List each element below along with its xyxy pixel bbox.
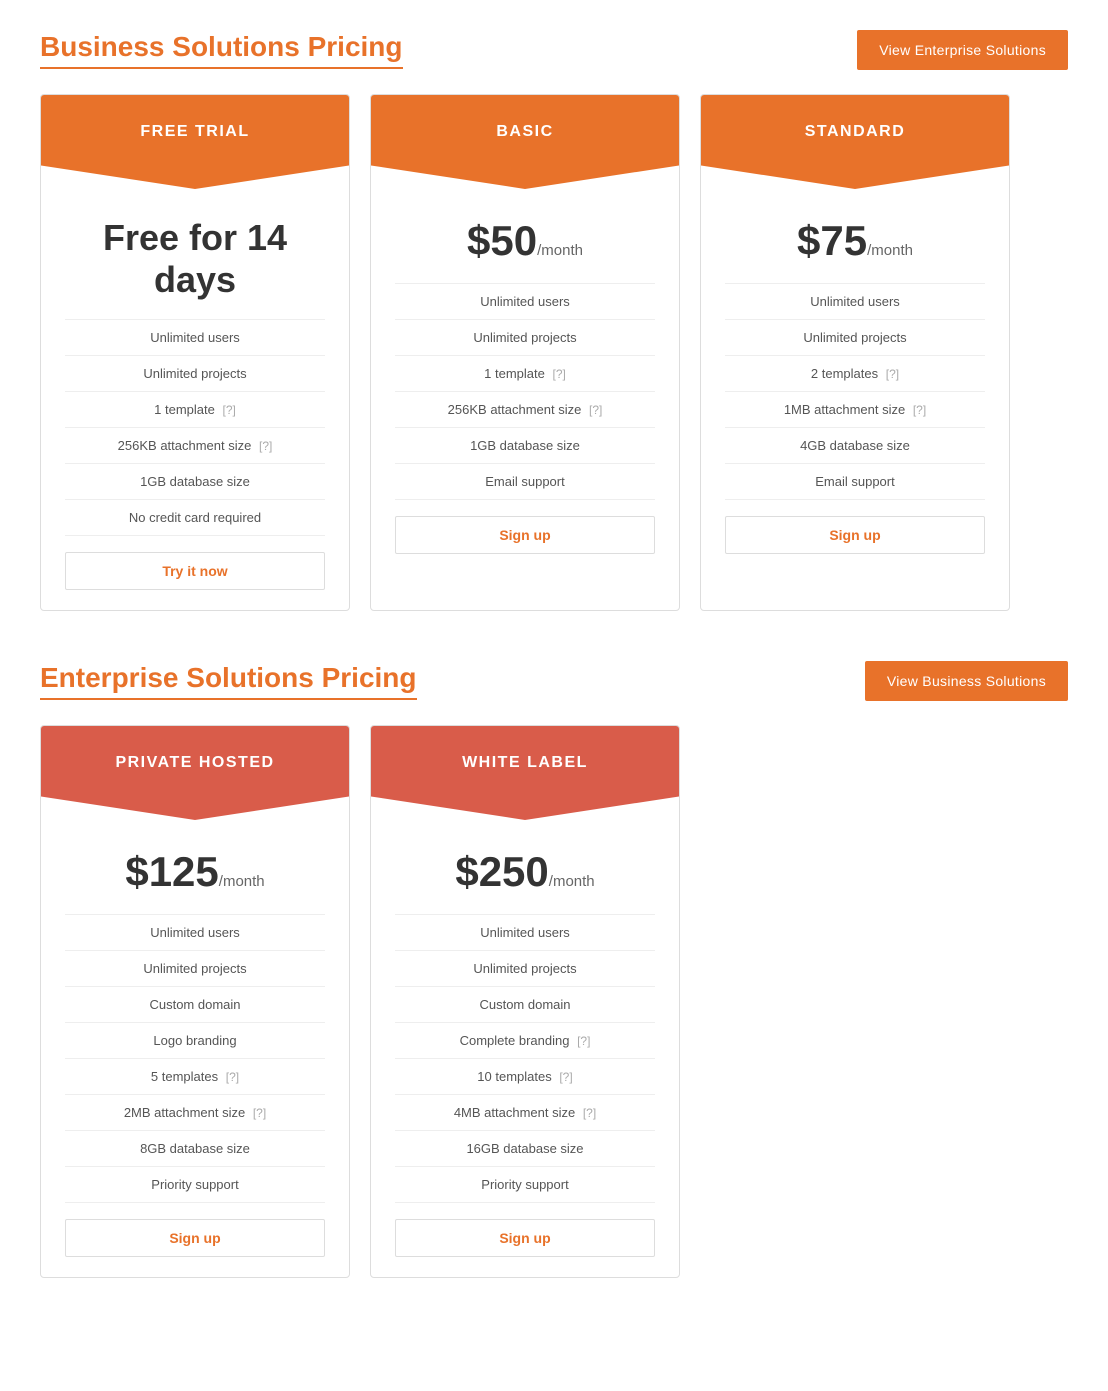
plan-body-white-label: $250/month Unlimited usersUnlimited proj… <box>371 820 679 1203</box>
feature-item: 1GB database size <box>395 428 655 464</box>
plan-card-standard: STANDARD $75/month Unlimited usersUnlimi… <box>700 94 1010 611</box>
plan-cta-private-hosted[interactable]: Sign up <box>41 1203 349 1277</box>
feature-item: Complete branding [?] <box>395 1023 655 1059</box>
cta-link-basic[interactable]: Sign up <box>395 516 655 554</box>
feature-item: 1MB attachment size [?] <box>725 392 985 428</box>
plan-header-basic: BASIC <box>371 95 679 189</box>
feature-item: 2 templates [?] <box>725 356 985 392</box>
feature-item: No credit card required <box>65 500 325 536</box>
feature-item: 4GB database size <box>725 428 985 464</box>
plan-header-standard: STANDARD <box>701 95 1009 189</box>
feature-item: Unlimited users <box>395 915 655 951</box>
feature-item: Custom domain <box>65 987 325 1023</box>
feature-item: 4MB attachment size [?] <box>395 1095 655 1131</box>
plan-body-standard: $75/month Unlimited usersUnlimited proje… <box>701 189 1009 500</box>
feature-item: Email support <box>725 464 985 500</box>
cta-link-standard[interactable]: Sign up <box>725 516 985 554</box>
plan-card-basic: BASIC $50/month Unlimited usersUnlimited… <box>370 94 680 611</box>
feature-item: Unlimited projects <box>395 951 655 987</box>
plan-header-private-hosted: PRIVATE HOSTED <box>41 726 349 820</box>
enterprise-section-title: Enterprise Solutions Pricing <box>40 662 417 700</box>
plan-title-free-trial: FREE TRIAL <box>140 123 249 140</box>
feature-item: Priority support <box>65 1167 325 1203</box>
feature-item: 16GB database size <box>395 1131 655 1167</box>
cta-link-white-label[interactable]: Sign up <box>395 1219 655 1257</box>
cta-link-private-hosted[interactable]: Sign up <box>65 1219 325 1257</box>
feature-item: Unlimited projects <box>65 951 325 987</box>
plan-features-standard: Unlimited usersUnlimited projects2 templ… <box>725 283 985 500</box>
plan-card-private-hosted: PRIVATE HOSTED $125/month Unlimited user… <box>40 725 350 1278</box>
plan-body-private-hosted: $125/month Unlimited usersUnlimited proj… <box>41 820 349 1203</box>
plan-title-basic: BASIC <box>496 123 553 140</box>
plan-header-white-label: WHITE LABEL <box>371 726 679 820</box>
plan-features-white-label: Unlimited usersUnlimited projectsCustom … <box>395 914 655 1203</box>
business-section-title: Business Solutions Pricing <box>40 31 403 69</box>
plan-title-standard: STANDARD <box>805 123 906 140</box>
plan-body-free-trial: Free for 14 days Unlimited usersUnlimite… <box>41 189 349 536</box>
feature-item: Unlimited users <box>65 320 325 356</box>
plan-header-free-trial: FREE TRIAL <box>41 95 349 189</box>
plan-features-free-trial: Unlimited usersUnlimited projects1 templ… <box>65 319 325 536</box>
plan-cta-free-trial[interactable]: Try it now <box>41 536 349 610</box>
plan-cta-standard[interactable]: Sign up <box>701 500 1009 574</box>
feature-item: 8GB database size <box>65 1131 325 1167</box>
enterprise-plans-grid: PRIVATE HOSTED $125/month Unlimited user… <box>40 725 1068 1278</box>
feature-item: 1GB database size <box>65 464 325 500</box>
feature-item: 1 template [?] <box>395 356 655 392</box>
feature-item: Logo branding <box>65 1023 325 1059</box>
enterprise-section-header: Enterprise Solutions Pricing View Busine… <box>40 661 1068 701</box>
view-enterprise-btn[interactable]: View Enterprise Solutions <box>857 30 1068 70</box>
plan-features-basic: Unlimited usersUnlimited projects1 templ… <box>395 283 655 500</box>
feature-item: 1 template [?] <box>65 392 325 428</box>
plan-cta-white-label[interactable]: Sign up <box>371 1203 679 1277</box>
feature-item: 5 templates [?] <box>65 1059 325 1095</box>
feature-item: Unlimited projects <box>65 356 325 392</box>
feature-item: 256KB attachment size [?] <box>395 392 655 428</box>
feature-item: Custom domain <box>395 987 655 1023</box>
feature-item: Unlimited users <box>395 284 655 320</box>
plan-cta-basic[interactable]: Sign up <box>371 500 679 574</box>
feature-item: Email support <box>395 464 655 500</box>
feature-item: 256KB attachment size [?] <box>65 428 325 464</box>
plan-title-private-hosted: PRIVATE HOSTED <box>115 754 274 771</box>
business-plans-grid: FREE TRIAL Free for 14 days Unlimited us… <box>40 94 1068 611</box>
feature-item: Unlimited users <box>65 915 325 951</box>
feature-item: 10 templates [?] <box>395 1059 655 1095</box>
plan-card-white-label: WHITE LABEL $250/month Unlimited usersUn… <box>370 725 680 1278</box>
feature-item: Unlimited projects <box>725 320 985 356</box>
feature-item: Unlimited projects <box>395 320 655 356</box>
feature-item: 2MB attachment size [?] <box>65 1095 325 1131</box>
plan-features-private-hosted: Unlimited usersUnlimited projectsCustom … <box>65 914 325 1203</box>
view-business-btn[interactable]: View Business Solutions <box>865 661 1068 701</box>
feature-item: Unlimited users <box>725 284 985 320</box>
plan-body-basic: $50/month Unlimited usersUnlimited proje… <box>371 189 679 500</box>
feature-item: Priority support <box>395 1167 655 1203</box>
cta-link-free-trial[interactable]: Try it now <box>65 552 325 590</box>
plan-title-white-label: WHITE LABEL <box>462 754 588 771</box>
plan-card-free-trial: FREE TRIAL Free for 14 days Unlimited us… <box>40 94 350 611</box>
business-section-header: Business Solutions Pricing View Enterpri… <box>40 30 1068 70</box>
